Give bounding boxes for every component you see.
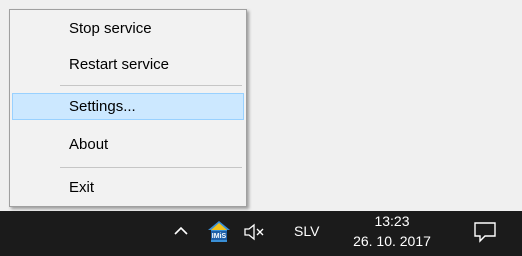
- clock-time[interactable]: 13:23: [362, 213, 422, 229]
- menu-separator: [60, 167, 242, 168]
- input-language-indicator[interactable]: SLV: [294, 223, 319, 239]
- chevron-up-icon[interactable]: [172, 222, 190, 240]
- menu-item-label: Exit: [69, 179, 95, 196]
- clock-date[interactable]: 26. 10. 2017: [345, 233, 439, 249]
- menu-item-label: About: [69, 136, 109, 153]
- action-center-icon[interactable]: [473, 221, 497, 243]
- menu-item-exit[interactable]: Exit: [12, 174, 244, 201]
- menu-item-about[interactable]: About: [12, 131, 244, 158]
- menu-item-restart-service[interactable]: Restart service: [12, 51, 244, 78]
- menu-separator: [60, 85, 242, 86]
- menu-item-settings[interactable]: Settings...: [12, 93, 244, 120]
- taskbar: IMiS SLV 13:23 26. 10. 2017: [0, 211, 522, 256]
- menu-item-label: Restart service: [69, 56, 170, 73]
- menu-item-label: Settings...: [69, 98, 136, 115]
- menu-item-label: Stop service: [69, 20, 152, 37]
- svg-text:IMiS: IMiS: [212, 233, 227, 240]
- imis-app-icon[interactable]: IMiS: [207, 220, 231, 244]
- volume-muted-icon[interactable]: [243, 222, 265, 242]
- menu-item-stop-service[interactable]: Stop service: [12, 15, 244, 42]
- tray-context-menu: Stop service Restart service Settings...…: [9, 9, 247, 207]
